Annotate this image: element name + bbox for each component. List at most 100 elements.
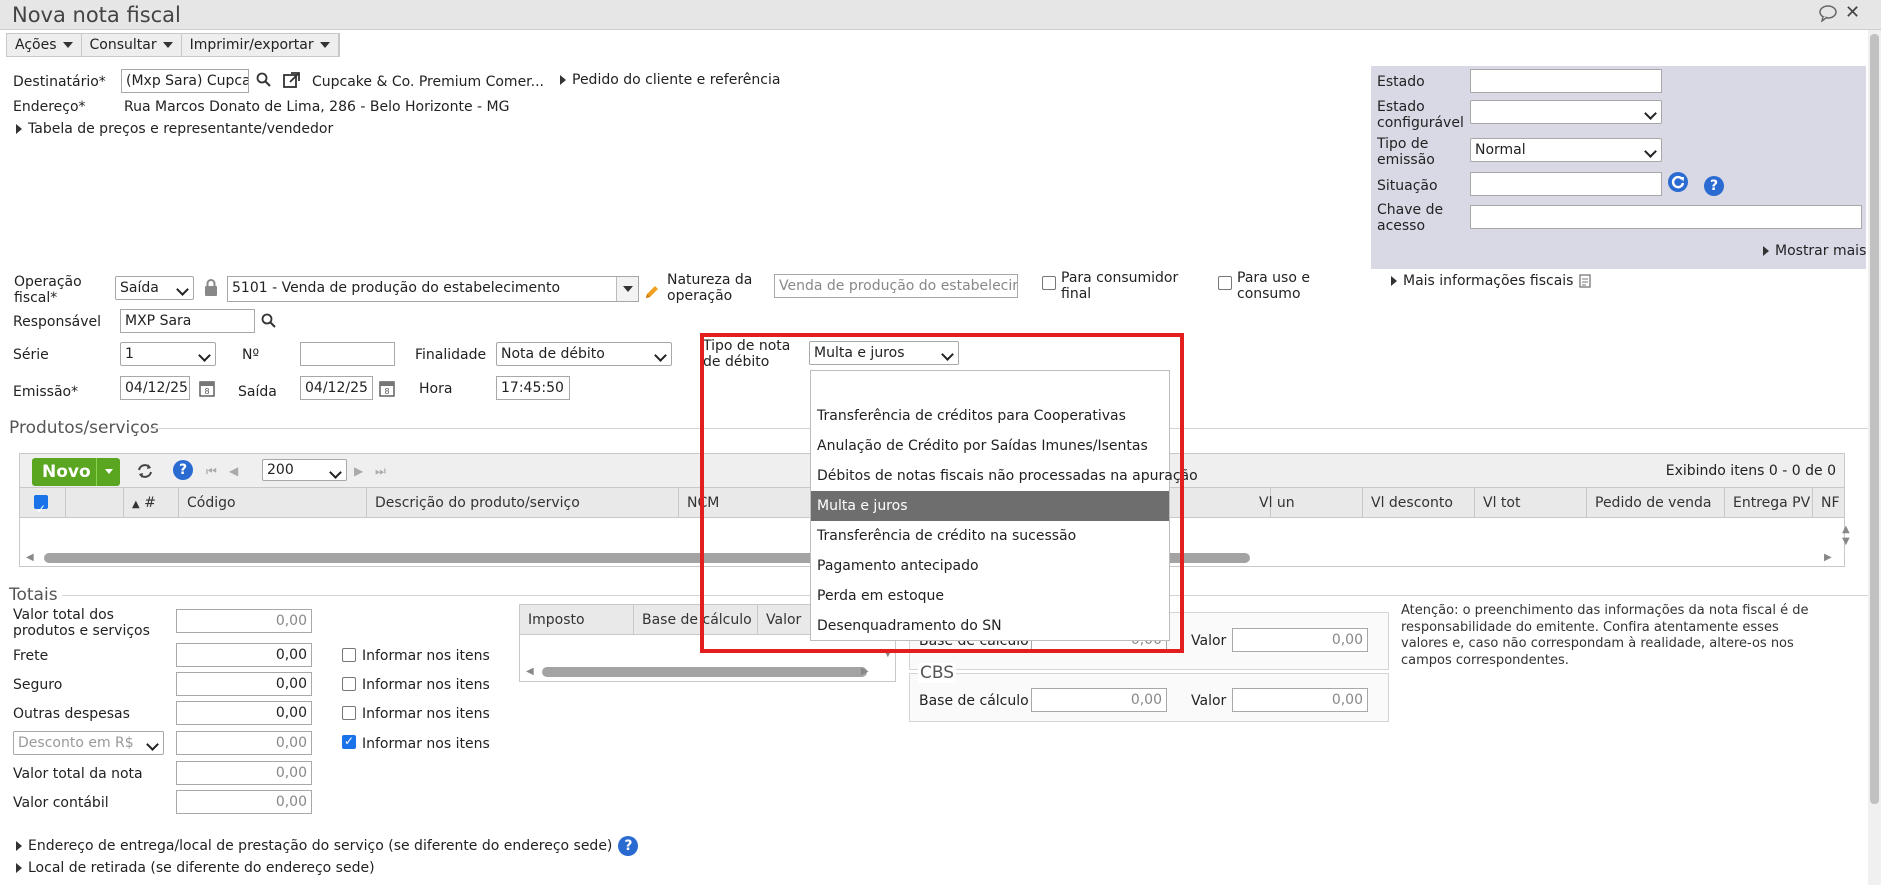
- informar-desconto-label: Informar nos itens: [362, 736, 490, 752]
- scroll-right-icon[interactable]: ▶: [861, 666, 869, 677]
- valor-total-nota-label: Valor total da nota: [13, 766, 143, 782]
- select-all-checkbox[interactable]: [34, 494, 48, 518]
- estado-config-select[interactable]: [1470, 100, 1662, 124]
- col-codigo[interactable]: Código: [179, 488, 367, 518]
- close-icon[interactable]: ✕: [1845, 2, 1860, 23]
- calendar-icon[interactable]: 8: [199, 379, 215, 401]
- frete-input[interactable]: 0,00: [176, 643, 312, 667]
- entrega-link[interactable]: Endereço de entrega/local de prestação d…: [16, 836, 639, 856]
- imprimir-menu[interactable]: Imprimir/exportar: [182, 34, 339, 56]
- pencil-icon[interactable]: [643, 283, 661, 305]
- col-vl-desconto[interactable]: Vl desconto: [1363, 488, 1475, 518]
- operacao-tipo-select[interactable]: Saída: [115, 276, 194, 300]
- next-page-icon[interactable]: ▶: [354, 464, 363, 478]
- cfop-dropdown-button[interactable]: [616, 277, 638, 301]
- cfop-combobox[interactable]: 5101 - Venda de produção do estabelecime…: [227, 276, 639, 302]
- first-page-icon[interactable]: ⏮: [206, 464, 217, 479]
- col-number[interactable]: ▲ #: [124, 488, 179, 518]
- col-vl-un[interactable]: Vl un: [1251, 488, 1363, 518]
- calendar-icon[interactable]: 8: [379, 379, 395, 401]
- informar-frete-label: Informar nos itens: [362, 648, 490, 664]
- chave-acesso-input[interactable]: [1470, 205, 1862, 229]
- scroll-right-icon[interactable]: ▶: [1824, 552, 1832, 563]
- aviso-text: Atenção: o preenchimento das informações…: [1401, 603, 1809, 668]
- informar-seguro-checkbox[interactable]: [342, 677, 356, 691]
- tipo-emissao-select[interactable]: Normal: [1470, 138, 1662, 162]
- last-page-icon[interactable]: ⏭: [375, 464, 386, 479]
- uso-consumo-checkbox[interactable]: [1218, 276, 1232, 290]
- valor-total-nota-input[interactable]: 0,00: [176, 761, 312, 785]
- tabela-precos-link[interactable]: Tabela de preços e representante/vendedo…: [16, 121, 333, 137]
- desconto-input[interactable]: 0,00: [176, 731, 312, 755]
- search-icon[interactable]: [261, 313, 277, 333]
- search-icon[interactable]: [256, 72, 272, 92]
- help-icon[interactable]: ?: [173, 460, 193, 480]
- vertical-scroll-arrows[interactable]: ▲ ▼: [1842, 524, 1850, 548]
- mostrar-mais-link[interactable]: Mostrar mais: [1763, 243, 1866, 259]
- informar-despesas-label: Informar nos itens: [362, 706, 490, 722]
- col-vl-tot[interactable]: Vl tot: [1475, 488, 1587, 518]
- informar-despesas-checkbox[interactable]: [342, 706, 356, 720]
- col-pedido-venda[interactable]: Pedido de venda: [1587, 488, 1725, 518]
- tax-scroll-thumb[interactable]: [542, 667, 867, 677]
- help-icon[interactable]: ?: [618, 836, 639, 856]
- desconto-tipo-select[interactable]: Desconto em R$: [13, 731, 164, 755]
- consultar-menu[interactable]: Consultar: [82, 34, 182, 56]
- saida-input[interactable]: 04/12/25: [300, 376, 373, 400]
- emissao-input[interactable]: 04/12/25: [120, 376, 190, 400]
- col-entrega-pv[interactable]: Entrega PV: [1725, 488, 1813, 518]
- informar-desconto-checkbox[interactable]: [342, 734, 356, 749]
- lock-icon: [203, 279, 219, 301]
- page-scroll-thumb[interactable]: [1870, 34, 1879, 804]
- ibs-valor-input[interactable]: 0,00: [1232, 628, 1368, 652]
- col-number-label: #: [144, 495, 156, 511]
- situacao-input[interactable]: [1470, 172, 1662, 196]
- natureza-input[interactable]: Venda de produção do estabelecimento: [774, 274, 1018, 298]
- serie-select[interactable]: 1: [120, 342, 216, 366]
- mais-info-fiscais-link[interactable]: Mais informações fiscais: [1391, 273, 1592, 289]
- help-icon[interactable]: ?: [1704, 176, 1724, 196]
- sync-icon[interactable]: [136, 462, 154, 484]
- page-size-select[interactable]: 200: [262, 459, 347, 481]
- finalidade-select[interactable]: Nota de débito: [496, 342, 672, 366]
- outras-despesas-input[interactable]: 0,00: [176, 701, 312, 725]
- estado-input[interactable]: [1470, 69, 1662, 93]
- prev-page-icon[interactable]: ◀: [229, 464, 238, 478]
- pedido-link[interactable]: Pedido do cliente e referência: [560, 72, 780, 88]
- hora-input[interactable]: 17:45:50: [496, 376, 570, 400]
- novo-split-button[interactable]: [96, 458, 120, 486]
- retirada-link[interactable]: Local de retirada (se diferente do ender…: [16, 860, 375, 876]
- total-produtos-input[interactable]: 0,00: [176, 609, 312, 633]
- numero-input[interactable]: [300, 342, 395, 366]
- total-produtos-label: Valor total dos produtos e serviços: [13, 607, 150, 639]
- cbs-valor-input[interactable]: 0,00: [1232, 688, 1368, 712]
- destinatario-input[interactable]: (Mxp Sara) Cupcake: [121, 69, 249, 93]
- serie-label: Série: [13, 347, 49, 363]
- tipo-emissao-label: Tipo de emissão: [1377, 136, 1435, 168]
- finalidade-label: Finalidade: [415, 347, 487, 363]
- external-link-icon[interactable]: [282, 70, 302, 94]
- hora-label: Hora: [419, 381, 453, 397]
- highlight-box: [700, 333, 1184, 653]
- select-all-cell[interactable]: [20, 488, 66, 518]
- sort-asc-icon: ▲: [132, 499, 140, 510]
- valor-contabil-input[interactable]: 0,00: [176, 790, 312, 814]
- col-nf[interactable]: NF: [1813, 488, 1844, 518]
- seguro-label: Seguro: [13, 677, 63, 693]
- scroll-left-icon[interactable]: ◀: [526, 666, 534, 677]
- informar-seguro-label: Informar nos itens: [362, 677, 490, 693]
- seguro-input[interactable]: 0,00: [176, 672, 312, 696]
- responsavel-input[interactable]: MXP Sara: [120, 309, 255, 333]
- novo-button[interactable]: Novo: [32, 458, 120, 486]
- scroll-left-icon[interactable]: ◀: [26, 552, 34, 563]
- informar-frete-checkbox[interactable]: [342, 648, 356, 662]
- col-descricao[interactable]: Descrição do produto/serviço: [367, 488, 679, 518]
- cbs-base-input[interactable]: 0,00: [1031, 688, 1167, 712]
- consumidor-final-checkbox[interactable]: [1042, 276, 1056, 290]
- col-imposto[interactable]: Imposto: [520, 605, 634, 635]
- refresh-icon[interactable]: [1667, 171, 1689, 197]
- acoes-menu[interactable]: Ações: [7, 34, 82, 56]
- saida-label: Saída: [238, 384, 277, 400]
- comment-icon[interactable]: [1818, 4, 1838, 23]
- cbs-base-label: Base de cálculo: [919, 693, 1029, 709]
